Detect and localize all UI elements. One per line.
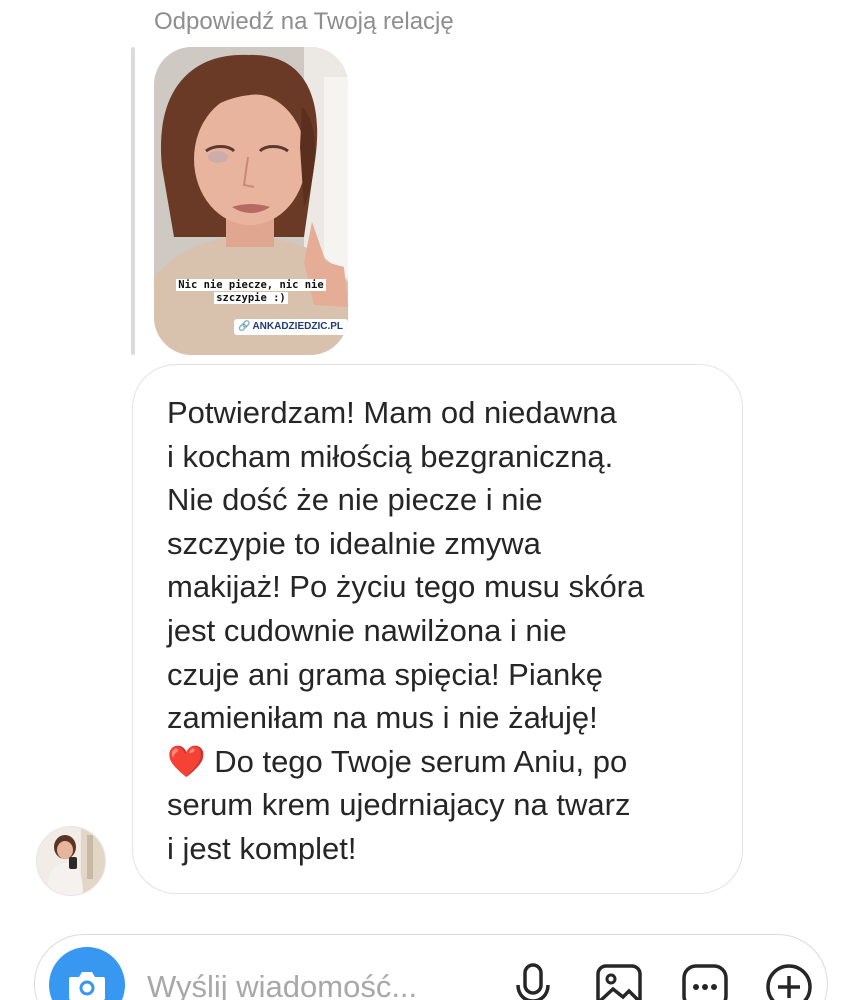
message-line: i kocham miłością bezgraniczną. [167, 438, 614, 474]
gallery-icon [596, 964, 642, 1000]
story-link-sticker[interactable]: 🔗 ANKADZIEDZIC.PL [234, 319, 348, 335]
sender-avatar[interactable] [36, 826, 106, 896]
microphone-button[interactable] [509, 963, 557, 1000]
story-reply-label: Odpowiedź na Twoją relację [154, 8, 454, 35]
message-composer [34, 934, 828, 1000]
message-bubble[interactable]: Potwierdzam! Mam od niedawna i kocham mi… [132, 364, 743, 894]
add-button[interactable] [765, 963, 813, 1000]
camera-icon [69, 972, 105, 1000]
sticker-button[interactable] [681, 963, 729, 1000]
link-icon: 🔗 [238, 321, 251, 332]
message-line: zamieniłam na mus i nie żałuję! [167, 700, 598, 736]
message-line: makijaż! Po życiu tego musu skóra [167, 569, 645, 605]
avatar-photo [37, 827, 105, 895]
message-line: Potwierdzam! Mam od niedawna [167, 395, 617, 430]
message-line: czuje ani grama spięcia! Piankę [167, 656, 603, 692]
sticker-icon [682, 964, 728, 1000]
message-line: ❤️ Do tego Twoje serum Aniu, po [167, 743, 628, 779]
message-text: Potwierdzam! Mam od niedawna i kocham mi… [167, 391, 727, 871]
microphone-icon [516, 963, 550, 1000]
story-photo [154, 47, 348, 355]
story-link-text: ANKADZIEDZIC.PL [252, 321, 344, 332]
message-line: Nie dość że nie piecze i nie [167, 482, 543, 518]
camera-button[interactable] [49, 947, 125, 1000]
plus-icon [766, 964, 812, 1000]
gallery-button[interactable] [595, 963, 643, 1000]
message-line: szczypie to idealnie zmywa [167, 525, 541, 561]
message-line: jest cudownie nawilżona i nie [167, 612, 567, 648]
message-line: serum krem ujedrniajacy na twarz [167, 787, 631, 823]
story-caption-line-2: szczypie :) [214, 292, 288, 304]
story-caption-line-1: Nic nie piecze, nic nie [176, 279, 326, 291]
story-caption: Nic nie piecze, nic nie szczypie :) [172, 279, 330, 305]
message-line: i jest komplet! [167, 830, 357, 866]
story-thumbnail[interactable]: Nic nie piecze, nic nie szczypie :) 🔗 ANK… [154, 47, 348, 355]
message-input[interactable] [147, 965, 467, 1000]
direct-message-thread: Odpowiedź na Twoją relację Nic nie piecz… [0, 0, 862, 1000]
reply-indicator-bar [131, 47, 135, 355]
